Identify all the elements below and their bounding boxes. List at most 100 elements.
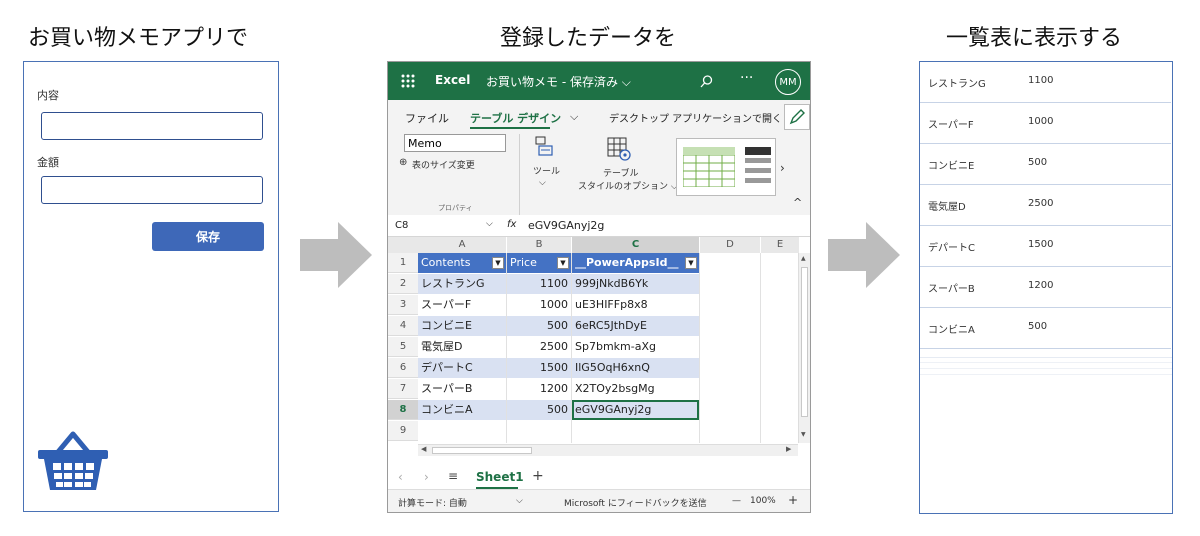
filter-dropdown-icon[interactable]: ▼ <box>557 257 569 269</box>
filter-dropdown-icon[interactable]: ▼ <box>492 257 504 269</box>
calc-mode-status[interactable]: 計算モード: 自動 <box>398 496 467 509</box>
sheet-tab-sheet1[interactable]: Sheet1 <box>476 470 524 484</box>
open-in-desktop-button[interactable]: デスクトップ アプリケーションで開く <box>609 110 782 125</box>
app-launcher-icon[interactable] <box>401 74 415 88</box>
table-header-powerappsid[interactable]: __PowerAppsId__ <box>572 253 699 273</box>
edit-mode-button[interactable] <box>784 104 810 130</box>
row-header[interactable]: 4 <box>388 316 418 336</box>
column-header-e[interactable]: E <box>761 237 799 253</box>
content-input[interactable] <box>41 112 263 140</box>
column-header-b[interactable]: B <box>507 237 571 253</box>
table-cell[interactable]: スーパーB <box>418 379 506 399</box>
table-cell[interactable]: 500 <box>507 316 571 336</box>
tab-file[interactable]: ファイル <box>405 110 449 126</box>
style-options-label-1[interactable]: テーブル <box>603 166 638 179</box>
table-cell[interactable]: 999jNkdB6Yk <box>572 274 699 294</box>
scroll-up-arrow-icon[interactable]: ▲ <box>801 255 806 262</box>
table-cell[interactable]: レストランG <box>418 274 506 294</box>
grid-line <box>699 253 700 443</box>
row-header[interactable]: 1 <box>388 253 418 273</box>
row-header[interactable]: 2 <box>388 274 418 294</box>
vertical-scrollbar[interactable]: ▲ ▼ <box>798 253 810 443</box>
table-cell[interactable]: コンビニA <box>418 400 506 420</box>
search-icon[interactable] <box>700 75 713 88</box>
ribbon-collapse-icon[interactable]: ^ <box>793 196 802 209</box>
prev-sheet-icon[interactable]: ‹ <box>398 470 403 484</box>
scroll-thumb[interactable] <box>801 267 808 417</box>
table-cell[interactable]: 500 <box>507 400 571 420</box>
row-header[interactable]: 5 <box>388 337 418 357</box>
amount-input[interactable] <box>41 176 263 204</box>
table-cell[interactable]: 1100 <box>507 274 571 294</box>
scroll-left-arrow-icon[interactable]: ◀ <box>421 445 426 453</box>
list-item[interactable]: レストランG 1100 <box>920 62 1171 103</box>
row-header[interactable]: 3 <box>388 295 418 315</box>
file-title[interactable]: お買い物メモ - 保存済み ⌵ <box>486 73 631 90</box>
list-item[interactable]: デパートC 1500 <box>920 226 1171 267</box>
table-style-gallery[interactable] <box>676 138 776 196</box>
ribbon-collapse-chevron-icon[interactable]: ⌵ <box>570 110 578 124</box>
function-icon[interactable]: fx <box>507 219 516 230</box>
table-cell[interactable]: 1200 <box>507 379 571 399</box>
table-cell[interactable]: デパートC <box>418 358 506 378</box>
scroll-down-arrow-icon[interactable]: ▼ <box>801 431 806 438</box>
tab-table-design[interactable]: テーブル デザイン <box>470 110 561 126</box>
gallery-next-chevron-icon[interactable]: › <box>780 161 785 175</box>
row-header[interactable]: 6 <box>388 358 418 378</box>
select-all-corner[interactable] <box>388 237 418 253</box>
zoom-level[interactable]: 100% <box>750 496 776 506</box>
row-header-active[interactable]: 8 <box>388 400 418 420</box>
table-cell[interactable]: 6eRC5JthDyE <box>572 316 699 336</box>
resize-table-button[interactable]: 表のサイズ変更 <box>412 158 475 171</box>
name-box-chevron-icon[interactable]: ⌵ <box>486 219 493 229</box>
zoom-out-button[interactable]: — <box>732 496 741 506</box>
list-item[interactable]: コンビニE 500 <box>920 144 1171 185</box>
more-options-icon[interactable]: ··· <box>740 70 753 86</box>
column-header-d[interactable]: D <box>700 237 760 253</box>
table-cell[interactable]: X2TOy2bsgMg <box>572 379 699 399</box>
style-options-label-2[interactable]: スタイルのオプション ⌵ <box>578 179 678 192</box>
feedback-link[interactable]: Microsoft にフィードバックを送信 <box>564 496 707 509</box>
list-item-name: デパートC <box>928 243 975 254</box>
selected-cell[interactable]: eGV9GAnyj2g <box>572 400 699 420</box>
table-cell[interactable]: Sp7bmkm-aXg <box>572 337 699 357</box>
next-sheet-icon[interactable]: › <box>424 470 429 484</box>
table-cell[interactable]: コンビニE <box>418 316 506 336</box>
list-item[interactable]: コンビニA 500 <box>920 308 1171 349</box>
table-cell[interactable]: 1500 <box>507 358 571 378</box>
memo-app-form: 内容 金額 保存 <box>23 61 279 512</box>
table-cell[interactable]: 1000 <box>507 295 571 315</box>
table-cell[interactable]: 2500 <box>507 337 571 357</box>
filter-dropdown-icon[interactable]: ▼ <box>685 257 697 269</box>
list-item[interactable]: スーパーB 1200 <box>920 267 1171 308</box>
formula-input[interactable]: eGV9GAnyj2g <box>528 219 604 232</box>
table-cell[interactable]: 電気屋D <box>418 337 506 357</box>
row-header[interactable]: 7 <box>388 379 418 399</box>
row-header[interactable]: 9 <box>388 421 418 441</box>
table-cell[interactable]: IlG5OqH6xnQ <box>572 358 699 378</box>
table-cell[interactable]: uE3HIFFp8x8 <box>572 295 699 315</box>
list-item[interactable]: スーパーF 1000 <box>920 103 1171 144</box>
add-sheet-button[interactable]: + <box>532 468 544 484</box>
list-item[interactable]: 電気屋D 2500 <box>920 185 1171 226</box>
worksheet-grid[interactable]: A B C D E 1 Contents Price __PowerAppsId… <box>388 237 810 457</box>
tools-chevron-icon[interactable]: ⌵ <box>539 178 546 188</box>
all-sheets-menu-icon[interactable]: ≡ <box>448 469 458 483</box>
active-tab-underline <box>470 127 550 129</box>
zoom-in-button[interactable]: + <box>788 493 798 507</box>
column-header-a[interactable]: A <box>418 237 506 253</box>
name-box[interactable]: C8 <box>395 220 408 231</box>
list-item-name: コンビニE <box>928 161 975 172</box>
list-item-name: スーパーB <box>928 284 975 295</box>
tools-button[interactable]: ツール <box>533 164 560 177</box>
scroll-right-arrow-icon[interactable]: ▶ <box>786 445 791 453</box>
table-name-input[interactable] <box>404 134 506 152</box>
calc-mode-chevron-icon[interactable]: ⌵ <box>516 496 523 506</box>
user-avatar[interactable]: MM <box>775 69 801 95</box>
column-header-c[interactable]: C <box>572 237 699 253</box>
table-cell[interactable]: スーパーF <box>418 295 506 315</box>
horizontal-scrollbar[interactable]: ◀ ▶ <box>418 444 798 456</box>
horizontal-scroll-thumb[interactable] <box>432 447 532 454</box>
memo-list-gallery: レストランG 1100 スーパーF 1000 コンビニE 500 電気屋D 25… <box>919 61 1173 514</box>
save-button[interactable]: 保存 <box>152 222 264 251</box>
